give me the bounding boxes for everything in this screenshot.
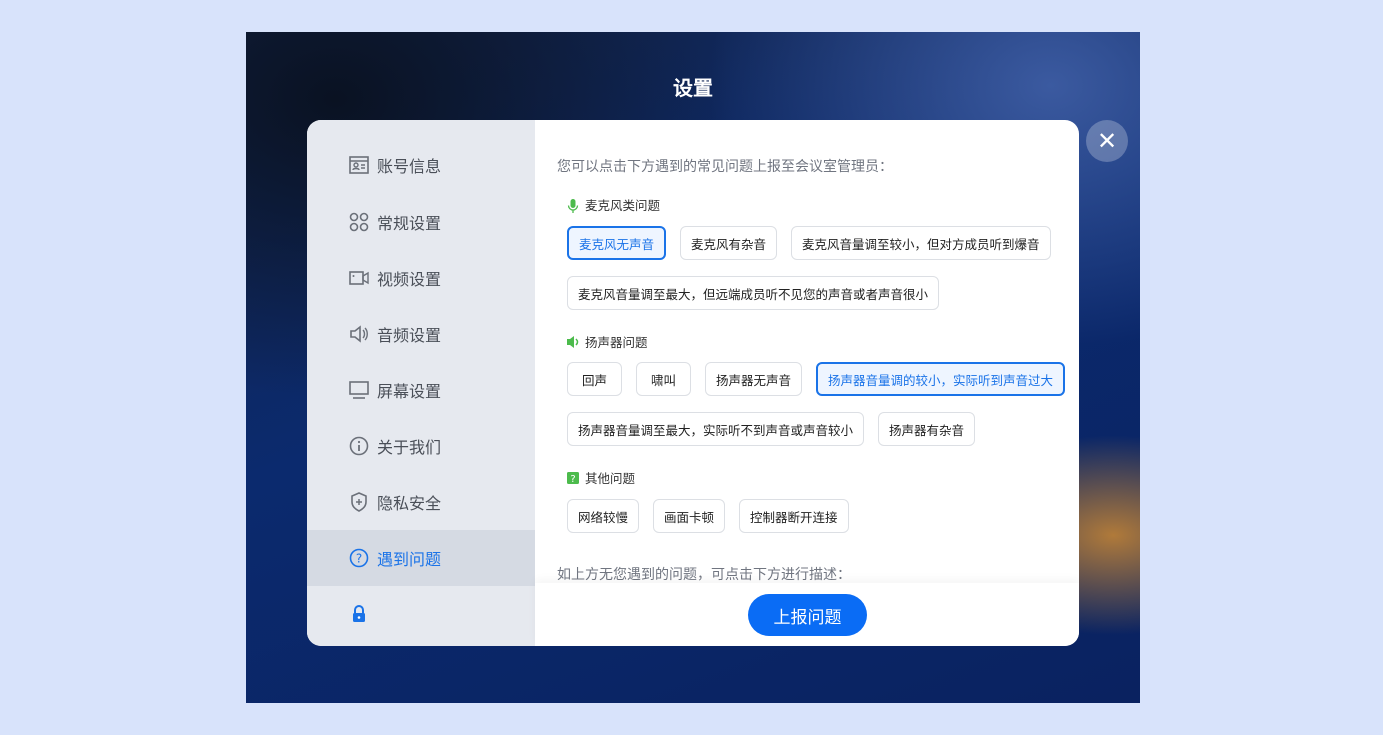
sidebar-item-account[interactable]: 账号信息 xyxy=(307,137,535,193)
sidebar-item-label: 关于我们 xyxy=(377,438,442,457)
shield-icon xyxy=(349,492,369,512)
problem-chip[interactable]: 扬声器无声音 xyxy=(705,362,803,396)
microphone-chips: 麦克风无声音 麦克风有杂音 麦克风音量调至较小，但对方成员听到爆音 麦克风音量调… xyxy=(567,226,1067,310)
speaker-icon xyxy=(349,324,369,344)
section-speaker: 扬声器问题 xyxy=(567,332,648,351)
lock-icon xyxy=(349,604,369,624)
sidebar-item-video[interactable]: 视频设置 xyxy=(307,250,535,306)
page-title: 设置 xyxy=(673,76,713,100)
problem-chip[interactable]: 画面卡顿 xyxy=(653,499,726,533)
lock-button[interactable] xyxy=(307,586,535,642)
problem-chip[interactable]: 麦克风有杂音 xyxy=(680,226,778,260)
section-microphone: 麦克风类问题 xyxy=(567,195,660,214)
background: 设置 ✕ 账号信息 常规设置 视频设置 音频设置 屏幕设置 关于我们 隐私安全 … xyxy=(246,32,1140,703)
problem-chip[interactable]: 麦克风音量调至较小，但对方成员听到爆音 xyxy=(791,226,1051,260)
monitor-icon xyxy=(349,380,369,400)
problem-chip[interactable]: 麦克风无声音 xyxy=(567,226,667,260)
other-chips: 网络较慢 画面卡顿 控制器断开连接 xyxy=(567,499,1067,533)
problem-chip[interactable]: 麦克风音量调至最大，但远端成员听不见您的声音或者声音很小 xyxy=(567,276,940,310)
sidebar-item-label: 隐私安全 xyxy=(377,494,442,513)
video-camera-icon xyxy=(349,268,369,288)
problem-chip[interactable]: 扬声器音量调的较小，实际听到声音过大 xyxy=(816,362,1066,396)
question-box-icon: ? xyxy=(567,471,579,485)
sidebar-item-label: 常规设置 xyxy=(377,214,442,233)
sidebar-item-label: 遇到问题 xyxy=(377,550,442,569)
problem-chip[interactable]: 回声 xyxy=(567,362,623,396)
id-card-icon xyxy=(349,155,369,175)
close-button[interactable]: ✕ xyxy=(1086,120,1128,162)
close-icon: ✕ xyxy=(1096,127,1118,155)
sidebar-item-about[interactable]: 关于我们 xyxy=(307,418,535,474)
sidebar-item-general[interactable]: 常规设置 xyxy=(307,194,535,250)
sidebar-item-label: 视频设置 xyxy=(377,270,442,289)
problem-chip[interactable]: 啸叫 xyxy=(636,362,692,396)
info-icon xyxy=(349,436,369,456)
section-other: ? 其他问题 xyxy=(567,468,635,487)
problem-chip[interactable]: 控制器断开连接 xyxy=(739,499,849,533)
describe-hint: 如上方无您遇到的问题，可点击下方进行描述： xyxy=(557,567,851,583)
sidebar: 账号信息 常规设置 视频设置 音频设置 屏幕设置 关于我们 隐私安全 ? 遇到问… xyxy=(307,120,535,646)
sidebar-item-privacy[interactable]: 隐私安全 xyxy=(307,474,535,530)
svg-text:?: ? xyxy=(570,474,575,484)
question-icon: ? xyxy=(349,548,369,568)
svg-text:?: ? xyxy=(356,552,362,566)
sidebar-item-label: 屏幕设置 xyxy=(377,382,442,401)
problem-chip[interactable]: 扬声器音量调至最大，实际听不到声音或声音较小 xyxy=(567,412,865,446)
sidebar-item-label: 音频设置 xyxy=(377,326,442,345)
problem-chip[interactable]: 扬声器有杂音 xyxy=(878,412,976,446)
sidebar-item-audio[interactable]: 音频设置 xyxy=(307,306,535,362)
footer: 上报问题 xyxy=(535,583,1079,646)
report-problem-button[interactable]: 上报问题 xyxy=(748,594,867,636)
speaker-icon xyxy=(567,335,579,348)
microphone-icon xyxy=(567,198,579,213)
sidebar-item-problems[interactable]: ? 遇到问题 xyxy=(307,530,535,586)
grid-circles-icon xyxy=(349,212,369,232)
problems-panel: 您可以点击下方遇到的常见问题上报至会议室管理员： 麦克风类问题 麦克风无声音 麦… xyxy=(535,120,1079,646)
sidebar-item-label: 账号信息 xyxy=(377,157,442,176)
settings-dialog: 账号信息 常规设置 视频设置 音频设置 屏幕设置 关于我们 隐私安全 ? 遇到问… xyxy=(307,120,1079,646)
intro-text: 您可以点击下方遇到的常见问题上报至会议室管理员： xyxy=(557,159,893,175)
sidebar-item-screen[interactable]: 屏幕设置 xyxy=(307,362,535,418)
problem-chip[interactable]: 网络较慢 xyxy=(567,499,640,533)
speaker-chips: 回声 啸叫 扬声器无声音 扬声器音量调的较小，实际听到声音过大 扬声器音量调至最… xyxy=(567,362,1077,446)
